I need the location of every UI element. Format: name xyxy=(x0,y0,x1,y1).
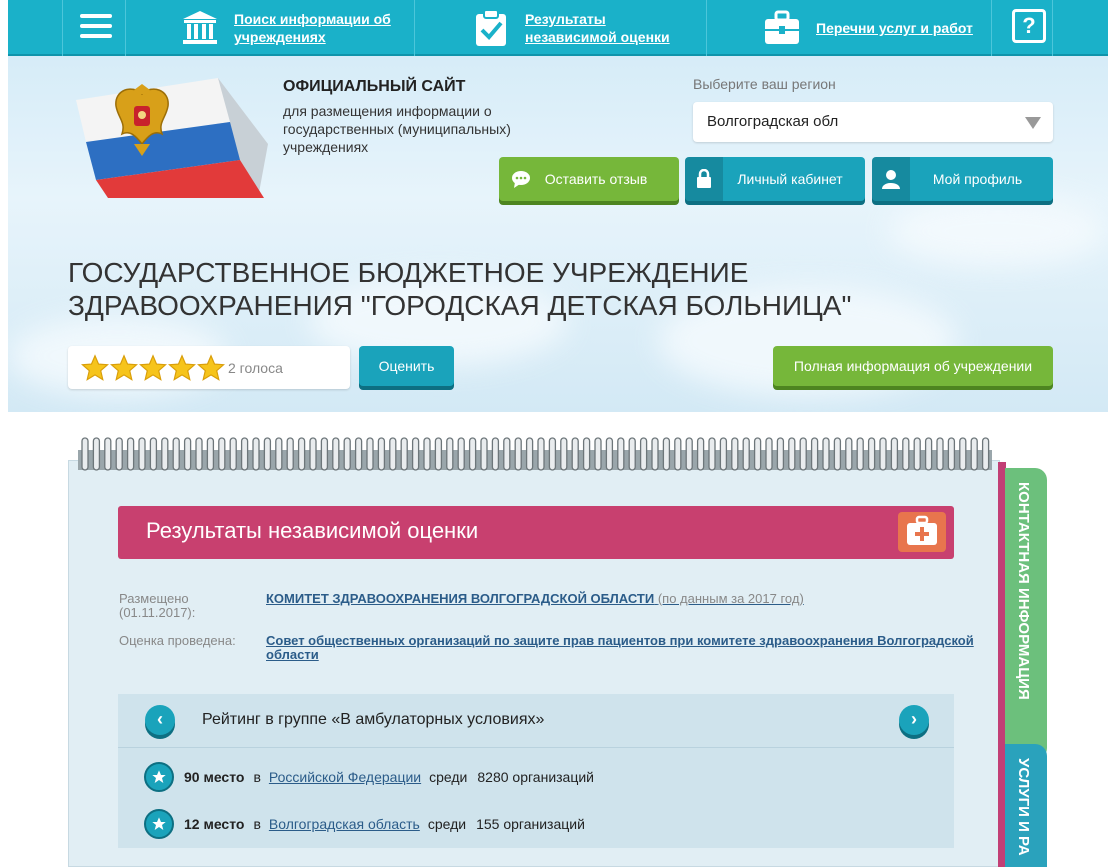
user-icon xyxy=(872,157,910,201)
posted-note: (по данным за 2017 год) xyxy=(657,591,804,606)
briefcase-icon xyxy=(765,10,799,44)
lock-icon xyxy=(685,157,723,201)
ranking-row: 90 место в Российской Федерации среди 82… xyxy=(144,762,594,792)
full-info-button[interactable]: Полная информация об учреждении xyxy=(773,346,1053,386)
rating-group-title: Рейтинг в группе «В амбулаторных условия… xyxy=(202,711,545,728)
my-profile-label: Мой профиль xyxy=(932,171,1023,187)
nav-service-lists[interactable]: Перечни услуг и работ xyxy=(762,8,976,48)
star-rating[interactable]: 2 голоса xyxy=(68,346,350,389)
star-badge-icon xyxy=(144,762,174,792)
star-badge-icon xyxy=(144,809,174,839)
rating-panel: ‹ Рейтинг в группе «В амбулаторных услов… xyxy=(118,694,954,848)
rate-button[interactable]: Оценить xyxy=(359,346,454,386)
star-icon[interactable] xyxy=(197,353,225,382)
tab-services[interactable]: УСЛУГИ И РА xyxy=(1005,744,1047,867)
personal-cabinet-label: Личный кабинет xyxy=(737,171,843,187)
region-select[interactable]: Волгоградская обл xyxy=(693,102,1053,142)
region-label: Выберите ваш регион xyxy=(693,76,836,92)
nav-lists-label[interactable]: Перечни услуг и работ xyxy=(816,19,976,37)
tab-services-label: УСЛУГИ И РА xyxy=(1015,758,1032,856)
site-subtitle: для размещения информации о государствен… xyxy=(283,103,511,155)
conducted-label: Оценка проведена: xyxy=(119,633,236,648)
ranking-area-link[interactable]: Волгоградская область xyxy=(269,816,420,832)
posted-by: КОМИТЕТ ЗДРАВООХРАНЕНИЯ ВОЛГОГРАДСКОЙ ОБ… xyxy=(266,592,966,606)
site-title: ОФИЦИАЛЬНЫЙ САЙТ xyxy=(283,78,466,95)
rate-label: Оценить xyxy=(378,358,435,374)
ranking-row: 12 место в Волгоградская область среди 1… xyxy=(144,809,585,839)
posted-by-link[interactable]: КОМИТЕТ ЗДРАВООХРАНЕНИЯ ВОЛГОГРАДСКОЙ ОБ… xyxy=(266,591,654,606)
ranking-among: среди xyxy=(429,769,468,785)
my-profile-button[interactable]: Мой профиль xyxy=(872,157,1053,201)
ranking-in: в xyxy=(253,769,261,785)
header: ОФИЦИАЛЬНЫЙ САЙТ для размещения информац… xyxy=(8,56,1108,412)
ranking-area-link[interactable]: Российской Федерации xyxy=(269,769,421,785)
nav-evaluation-results[interactable]: Результаты независимой оценки xyxy=(471,8,685,48)
ranking-place: 90 место xyxy=(184,769,245,785)
nav-results-label[interactable]: Результаты независимой оценки xyxy=(525,10,685,46)
prev-arrow-icon[interactable]: ‹ xyxy=(145,705,175,735)
leave-feedback-button[interactable]: Оставить отзыв xyxy=(499,157,679,201)
nav-search-label[interactable]: Поиск информации об учреждениях xyxy=(234,10,394,46)
section-header: Результаты независимой оценки xyxy=(118,506,954,559)
russia-emblem-logo xyxy=(76,78,268,198)
tab-contact-info[interactable]: КОНТАКТНАЯ ИНФОРМАЦИЯ xyxy=(1005,468,1047,760)
page: Поиск информации об учреждениях Результа… xyxy=(0,0,1118,867)
chat-bubble-icon xyxy=(512,171,530,188)
ranking-place: 12 место xyxy=(184,816,245,832)
chevron-down-icon xyxy=(1025,117,1041,129)
star-icon[interactable] xyxy=(139,353,167,382)
clipboard-check-icon xyxy=(476,9,506,46)
posted-label: Размещено (01.11.2017): xyxy=(119,591,196,620)
ranking-among: среди xyxy=(427,816,467,832)
top-nav: Поиск информации об учреждениях Результа… xyxy=(8,0,1108,56)
nav-search-institutions[interactable]: Поиск информации об учреждениях xyxy=(180,8,394,48)
ranking-in: в xyxy=(253,816,261,832)
notebook-spiral xyxy=(78,437,992,471)
help-icon[interactable]: ? xyxy=(1012,9,1046,43)
institution-icon xyxy=(183,11,217,44)
medical-kit-icon xyxy=(898,512,946,552)
tab-contact-label: КОНТАКТНАЯ ИНФОРМАЦИЯ xyxy=(1015,482,1032,700)
ranking-count: 8280 организаций xyxy=(477,769,594,785)
region-value: Волгоградская обл xyxy=(707,113,839,130)
star-icon[interactable] xyxy=(168,353,196,382)
star-icon[interactable] xyxy=(110,353,138,382)
next-arrow-icon[interactable]: › xyxy=(899,705,929,735)
votes-count: 2 голоса xyxy=(228,359,283,376)
stars-container xyxy=(81,353,226,382)
section-title: Результаты независимой оценки xyxy=(146,518,479,543)
leave-feedback-label: Оставить отзыв xyxy=(544,171,648,187)
full-info-label: Полная информация об учреждении xyxy=(793,358,1033,374)
menu-icon[interactable] xyxy=(80,14,112,40)
institution-name: ГОСУДАРСТВЕННОЕ БЮДЖЕТНОЕ УЧРЕЖДЕНИЕ ЗДР… xyxy=(68,257,852,321)
star-icon[interactable] xyxy=(81,353,109,382)
personal-cabinet-button[interactable]: Личный кабинет xyxy=(685,157,865,201)
ranking-count: 155 организаций xyxy=(476,816,585,832)
rating-group-header: ‹ Рейтинг в группе «В амбулаторных услов… xyxy=(118,694,954,748)
conducted-by-link[interactable]: Совет общественных организаций по защите… xyxy=(266,634,998,662)
